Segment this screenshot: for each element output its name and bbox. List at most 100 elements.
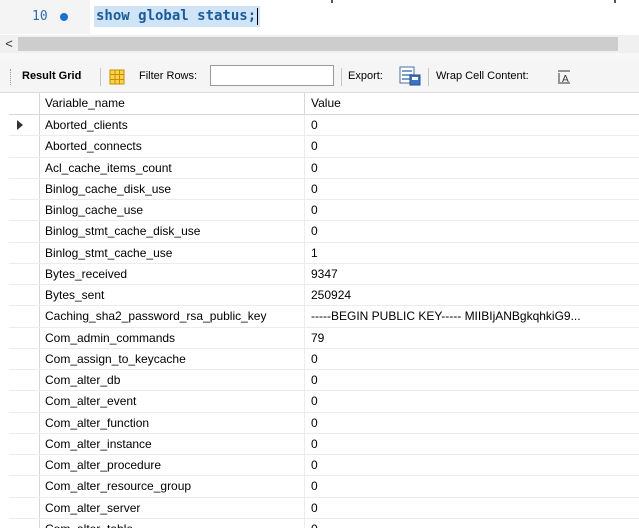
variable-name-cell[interactable]: Com_alter_db [39, 370, 305, 391]
table-row[interactable]: Binlog_cache_disk_use 0 [9, 178, 639, 200]
export-label: Export: [348, 70, 383, 82]
wrap-cell-icon[interactable]: A [557, 69, 571, 84]
table-row[interactable]: Com_assign_to_keycache 0 [9, 348, 639, 370]
editor-horizontal-scrollbar[interactable]: < [0, 35, 639, 53]
scroll-left-arrow-icon[interactable]: < [2, 35, 16, 53]
variable-name-cell[interactable]: Acl_cache_items_count [39, 157, 305, 178]
row-selector[interactable] [9, 348, 40, 369]
value-cell[interactable]: 9347 [305, 264, 639, 284]
variable-name-cell[interactable]: Caching_sha2_password_rsa_public_key [39, 306, 305, 327]
row-selector[interactable] [9, 242, 40, 263]
filter-rows-input[interactable] [210, 65, 334, 86]
column-header-variable-name[interactable]: Variable_name [39, 93, 305, 114]
variable-name-cell[interactable]: Binlog_stmt_cache_disk_use [39, 221, 305, 242]
table-row[interactable]: Aborted_clients 0 [9, 115, 639, 137]
value-cell[interactable]: 0 [305, 370, 639, 390]
variable-name-cell[interactable]: Binlog_cache_disk_use [39, 178, 305, 199]
value-cell[interactable]: 0 [305, 200, 639, 220]
row-selector[interactable] [9, 200, 40, 221]
row-selector[interactable] [9, 157, 40, 178]
export-icon[interactable] [399, 66, 421, 86]
value-cell[interactable]: 0 [305, 136, 639, 156]
scrollbar-thumb[interactable] [18, 37, 618, 51]
panel-splitter[interactable] [0, 53, 639, 63]
table-row[interactable]: Com_alter_server 0 [9, 497, 639, 519]
row-selector[interactable] [9, 433, 40, 454]
value-cell[interactable]: 0 [305, 221, 639, 241]
value-cell[interactable]: 0 [305, 413, 639, 433]
result-grid[interactable]: Variable_name Value Aborted_clients 0 Abo… [9, 93, 639, 528]
value-cell[interactable]: 0 [305, 455, 639, 475]
table-row[interactable]: Bytes_sent 250924 [9, 285, 639, 307]
row-selector[interactable] [9, 285, 40, 306]
row-selector[interactable] [9, 306, 40, 327]
table-row[interactable]: Com_alter_instance 0 [9, 433, 639, 455]
value-cell[interactable]: 1 [305, 243, 639, 263]
value-cell[interactable]: 0 [305, 391, 639, 411]
variable-name-cell[interactable]: Bytes_received [39, 263, 305, 284]
value-cell[interactable]: 0 [305, 498, 639, 518]
table-row[interactable]: Com_alter_event 0 [9, 391, 639, 413]
table-row[interactable]: Bytes_received 9347 [9, 263, 639, 285]
variable-name-cell[interactable]: Aborted_connects [39, 136, 305, 157]
value-cell[interactable]: 79 [305, 328, 639, 348]
table-row[interactable]: Com_alter_db 0 [9, 370, 639, 392]
variable-name-cell[interactable]: Com_alter_server [39, 497, 305, 518]
table-row[interactable]: Binlog_stmt_cache_use 1 [9, 242, 639, 264]
value-cell[interactable]: 0 [305, 115, 639, 135]
table-row[interactable]: Com_admin_commands 79 [9, 327, 639, 349]
value-cell[interactable]: 0 [305, 434, 639, 454]
toolbar-divider [428, 68, 429, 86]
row-selector[interactable] [9, 518, 40, 528]
table-row[interactable]: Com_alter_table0 [9, 518, 639, 528]
value-cell[interactable]: 0 [305, 519, 639, 528]
table-row[interactable]: Caching_sha2_password_rsa_public_key ----… [9, 306, 639, 328]
table-row[interactable]: Com_alter_function 0 [9, 412, 639, 434]
variable-name-cell[interactable]: Com_assign_to_keycache [39, 348, 305, 369]
row-selector[interactable] [9, 136, 40, 157]
value-cell[interactable]: 0 [305, 349, 639, 369]
row-selector[interactable] [9, 455, 40, 476]
variable-name-cell[interactable]: Bytes_sent [39, 285, 305, 306]
grid-view-icon[interactable] [109, 69, 125, 85]
variable-name-cell[interactable]: Com_alter_event [39, 391, 305, 412]
row-selector[interactable] [9, 370, 40, 391]
variable-name-cell[interactable]: Com_alter_procedure [39, 455, 305, 476]
value-cell[interactable]: -----BEGIN PUBLIC KEY----- MIIBIjANBgkqh… [305, 306, 639, 326]
table-row[interactable]: Com_alter_resource_group 0 [9, 476, 639, 498]
variable-name-cell[interactable]: Com_alter_resource_group [39, 476, 305, 497]
sql-statement[interactable]: show global status; [94, 6, 261, 27]
table-row[interactable]: Binlog_cache_use 0 [9, 200, 639, 222]
variable-name-cell[interactable]: Com_admin_commands [39, 327, 305, 348]
row-selector[interactable] [9, 412, 40, 433]
variable-name-cell[interactable]: Binlog_stmt_cache_use [39, 242, 305, 263]
table-row[interactable]: Acl_cache_items_count 0 [9, 157, 639, 179]
variable-name-cell[interactable]: Com_alter_function [39, 412, 305, 433]
value-cell[interactable]: 0 [305, 476, 639, 496]
variable-name-cell[interactable]: Aborted_clients [39, 115, 305, 136]
row-selector[interactable] [9, 476, 40, 497]
value-cell[interactable]: 0 [305, 179, 639, 199]
toolbar-grip[interactable] [10, 69, 14, 85]
row-selector[interactable] [9, 221, 40, 242]
row-selector[interactable] [9, 391, 40, 412]
value-cell[interactable]: 250924 [305, 285, 639, 305]
result-grid-tab[interactable]: Result Grid [22, 70, 81, 82]
sql-editor[interactable]: 10 show global status; [0, 0, 639, 34]
header-row-selector[interactable] [9, 93, 40, 114]
table-row[interactable]: Binlog_stmt_cache_disk_use 0 [9, 221, 639, 243]
row-selector[interactable] [9, 178, 40, 199]
toolbar-divider [100, 68, 101, 86]
current-row-indicator-icon[interactable] [9, 115, 40, 136]
column-header-value[interactable]: Value [305, 93, 639, 114]
value-cell[interactable]: 0 [305, 158, 639, 178]
row-selector[interactable] [9, 263, 40, 284]
variable-name-cell[interactable]: Com_alter_table [39, 518, 305, 528]
variable-name-cell[interactable]: Binlog_cache_use [39, 200, 305, 221]
wrap-cell-content-label: Wrap Cell Content: [436, 70, 529, 82]
table-row[interactable]: Aborted_connects 0 [9, 136, 639, 158]
variable-name-cell[interactable]: Com_alter_instance [39, 433, 305, 454]
row-selector[interactable] [9, 497, 40, 518]
row-selector[interactable] [9, 327, 40, 348]
table-row[interactable]: Com_alter_procedure 0 [9, 455, 639, 477]
